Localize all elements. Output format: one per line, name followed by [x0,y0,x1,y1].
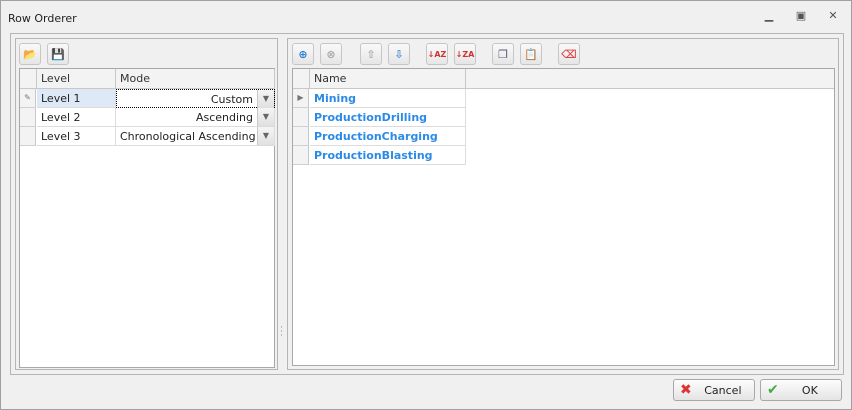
row-focus-indicator-icon: ▶ [293,89,309,108]
names-grid: Name ▶ Mining ProductionDrilling Product… [292,68,835,366]
column-header-mode[interactable]: Mode [116,69,275,89]
splitter-handle[interactable]: · · · [280,324,283,341]
list-item[interactable]: ProductionBlasting [310,146,466,165]
chevron-down-icon[interactable]: ▼ [257,127,274,145]
sort-descending-icon[interactable]: ↓ZA [454,43,476,65]
save-icon[interactable]: 💾 [47,43,69,65]
cancel-x-icon: ✖ [680,382,692,398]
row-orderer-window: Row Orderer ▁ ▣ ✕ 📂 💾 Level Mode ✎ Level… [0,0,852,410]
level-cell[interactable]: Level 2 [37,108,116,127]
chevron-down-icon[interactable]: ▼ [257,90,274,108]
move-up-icon[interactable]: ⇧ [360,43,382,65]
column-header-name[interactable]: Name [310,69,466,89]
close-icon[interactable]: ✕ [823,9,843,25]
list-item[interactable]: Mining [310,89,466,108]
list-item[interactable]: ProductionCharging [310,127,466,146]
open-folder-icon[interactable]: 📂 [19,43,41,65]
eraser-icon[interactable]: ⌫ [558,43,580,65]
cancel-button[interactable]: ✖ Cancel [673,379,755,401]
levels-grid: Level Mode ✎ Level 1 Custom ▼ Level 2 Asc… [19,68,275,368]
edit-row-indicator-icon: ✎ [20,89,36,108]
mode-dropdown[interactable]: Chronological Ascending ▼ [116,127,275,146]
levels-panel: 📂 💾 Level Mode ✎ Level 1 Custom ▼ Level 2… [15,38,278,370]
chevron-down-icon[interactable]: ▼ [257,108,274,126]
mode-dropdown[interactable]: Ascending ▼ [116,108,275,127]
list-item[interactable]: ProductionDrilling [310,108,466,127]
move-down-icon[interactable]: ⇩ [388,43,410,65]
checkmark-icon: ✔ [767,382,779,398]
names-panel: ⊕ ⊗ ⇧ ⇩ ↓AZ ↓ZA ❐ 📋 ⌫ Name ▶ Mining Prod… [287,38,839,370]
delete-icon[interactable]: ⊗ [320,43,342,65]
copy-icon[interactable]: ❐ [492,43,514,65]
mode-dropdown[interactable]: Custom ▼ [116,89,275,108]
sort-ascending-icon[interactable]: ↓AZ [426,43,448,65]
window-title: Row Orderer [8,12,77,25]
level-cell[interactable]: Level 1 [37,89,116,108]
paste-icon[interactable]: 📋 [520,43,542,65]
level-cell[interactable]: Level 3 [37,127,116,146]
minimize-icon[interactable]: ▁ [759,9,779,25]
add-icon[interactable]: ⊕ [292,43,314,65]
ok-button[interactable]: ✔ OK [760,379,842,401]
restore-icon[interactable]: ▣ [791,9,811,25]
column-header-level[interactable]: Level [37,69,116,89]
